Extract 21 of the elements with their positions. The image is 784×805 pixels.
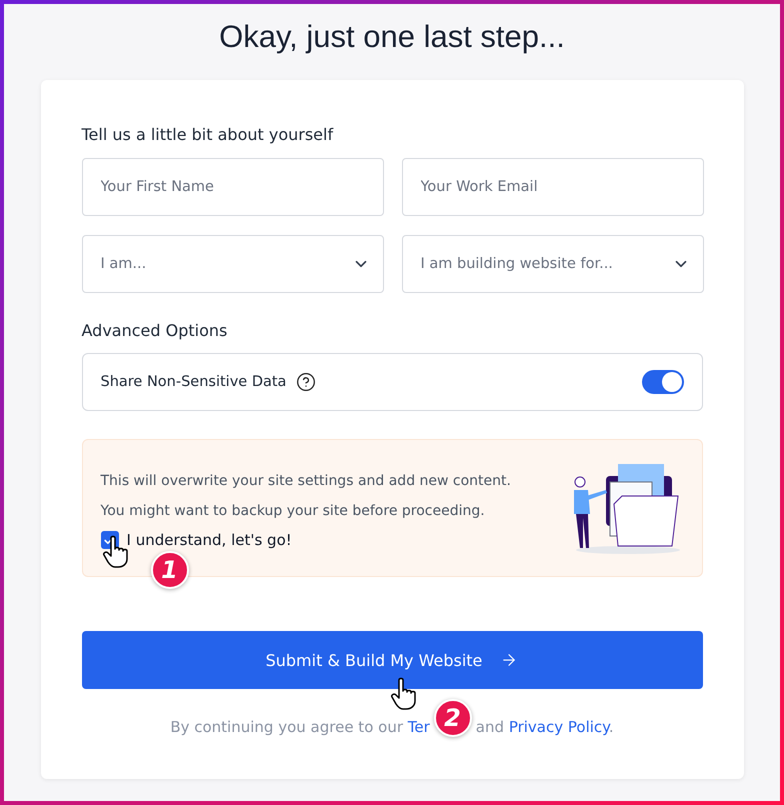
submit-button[interactable]: Submit & Build My Website — [82, 631, 702, 689]
toggle-switch[interactable] — [642, 370, 684, 394]
terms-link[interactable]: Ter — [408, 718, 430, 736]
footer-text: and — [476, 718, 506, 736]
section-label: Tell us a little bit about yourself — [82, 124, 334, 146]
select-field[interactable]: I am building website for... — [402, 235, 704, 293]
section-label: Advanced Options — [82, 320, 228, 342]
footer-text: . — [608, 718, 614, 736]
option-label: Share Non-Sensitive Data — [100, 374, 286, 390]
text-field[interactable]: Your Work Email — [402, 158, 704, 216]
text-field[interactable]: Your First Name — [82, 158, 384, 216]
help-icon[interactable] — [296, 372, 316, 392]
notice-text: You might want to backup your site before proceeding. — [100, 502, 486, 521]
privacy-link[interactable]: Privacy Policy — [508, 718, 609, 736]
footer-text: By continuing you agree to our — [170, 718, 404, 736]
page-title: Okay, just one last step... — [219, 18, 565, 56]
step-badge: 1 — [150, 551, 188, 589]
notice-text: This will overwrite your site settings and add new content. — [100, 472, 511, 491]
select-field[interactable]: I am... — [82, 235, 384, 293]
checkbox-label[interactable]: I understand, let's go! — [126, 531, 292, 549]
step-badge: 2 — [434, 699, 472, 737]
